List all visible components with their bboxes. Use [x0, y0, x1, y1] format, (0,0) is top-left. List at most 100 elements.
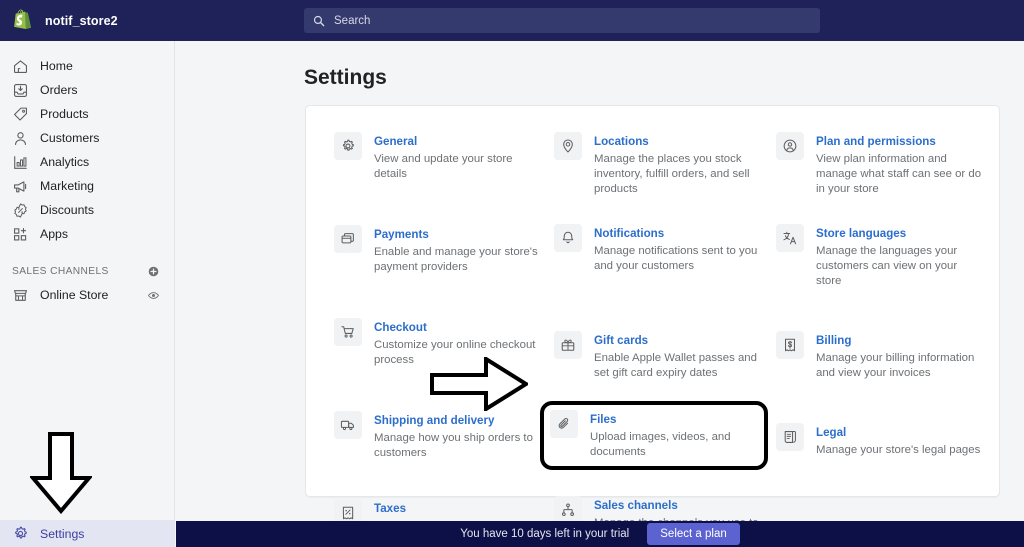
settings-column-1: General View and update your store detai…: [326, 125, 548, 547]
tile-icon-wrap: [334, 318, 362, 346]
tile-icon-wrap: [776, 331, 804, 359]
tile-icon-wrap: [554, 331, 582, 359]
marketing-megaphone-icon: [13, 180, 27, 192]
tile-title[interactable]: Legal: [816, 426, 846, 439]
sidebar-item-products[interactable]: Products: [0, 102, 174, 126]
tile-description: Manage the places you stock inventory, f…: [594, 153, 750, 195]
notification-bell-icon: [562, 231, 574, 244]
gear-icon: [15, 526, 27, 539]
sidebar-item-orders[interactable]: Orders: [0, 78, 174, 102]
tile-icon-wrap: [776, 423, 804, 451]
tile-title[interactable]: Files: [590, 413, 616, 426]
payments-card-icon: [341, 233, 354, 244]
search-placeholder: Search: [334, 14, 371, 27]
paperclip-icon: [558, 417, 569, 429]
plan-person-circle-icon: [783, 139, 797, 153]
tile-title[interactable]: Taxes: [374, 502, 406, 515]
sidebar-item-label: Orders: [40, 83, 78, 97]
settings-tile-billing[interactable]: Billing Manage your billing information …: [768, 324, 990, 387]
tile-title[interactable]: Sales channels: [594, 499, 678, 512]
select-a-plan-button[interactable]: Select a plan: [647, 523, 740, 545]
tile-description: Enable and manage your store's payment p…: [374, 246, 538, 273]
sidebar-item-analytics[interactable]: Analytics: [0, 150, 174, 174]
gift-card-icon: [561, 339, 575, 351]
tile-description: View and update your store details: [374, 153, 513, 180]
tile-text: General View and update your store detai…: [374, 131, 540, 182]
settings-tile-payments[interactable]: Payments Enable and manage your store's …: [326, 218, 548, 281]
eye-icon[interactable]: [147, 289, 160, 302]
tile-title[interactable]: Billing: [816, 334, 851, 347]
tile-description: Manage notifications sent to you and you…: [594, 245, 758, 272]
sidebar-item-label: Customers: [40, 131, 100, 145]
tile-title[interactable]: Plan and permissions: [816, 135, 936, 148]
search-input[interactable]: Search: [304, 8, 820, 33]
plus-circle-icon[interactable]: [147, 265, 160, 278]
customer-person-icon: [15, 131, 26, 145]
settings-tile-store-languages[interactable]: Store languages Manage the languages you…: [768, 217, 990, 295]
sidebar-item-discounts[interactable]: Discounts: [0, 198, 174, 222]
tile-text: Gift cards Enable Apple Wallet passes an…: [594, 330, 760, 381]
discount-badge-icon: [14, 202, 27, 218]
apps-grid-plus-icon: [13, 227, 27, 240]
tile-icon-wrap: [550, 410, 578, 438]
tile-title[interactable]: Notifications: [594, 227, 664, 240]
translate-language-icon: [783, 231, 797, 245]
settings-tile-shipping-and-delivery[interactable]: Shipping and delivery Manage how you shi…: [326, 404, 548, 467]
taxes-receipt-icon: [342, 506, 354, 520]
tile-text: Store languages Manage the languages you…: [816, 223, 982, 289]
sidebar-item-customers[interactable]: Customers: [0, 126, 174, 150]
legal-scroll-icon: [784, 431, 796, 443]
tile-title[interactable]: Locations: [594, 135, 649, 148]
sales-channels-title: SALES CHANNELS: [12, 265, 109, 277]
trial-message: You have 10 days left in your trial: [460, 528, 630, 540]
tile-description: View plan information and manage what st…: [816, 153, 982, 195]
tile-icon-wrap: [776, 224, 804, 252]
tile-description: Manage your billing information and view…: [816, 352, 975, 379]
tile-text: Notifications Manage notifications sent …: [594, 223, 760, 274]
shopify-bag-icon: [14, 9, 32, 29]
tile-text: Plan and permissions View plan informati…: [816, 131, 982, 197]
sidebar-item-apps[interactable]: Apps: [0, 222, 174, 246]
settings-tile-plan-and-permissions[interactable]: Plan and permissions View plan informati…: [768, 125, 990, 203]
tile-text: Legal Manage your store's legal pages: [816, 422, 980, 458]
tile-text: Payments Enable and manage your store's …: [374, 224, 540, 275]
sidebar-item-marketing[interactable]: Marketing: [0, 174, 174, 198]
tile-title[interactable]: Checkout: [374, 321, 427, 334]
sales-channels-section-header: SALES CHANNELS: [0, 260, 174, 282]
tile-description: Upload images, videos, and documents: [590, 431, 731, 458]
settings-tile-locations[interactable]: Locations Manage the places you stock in…: [546, 125, 768, 203]
product-tag-icon: [13, 107, 28, 121]
tile-description: Enable Apple Wallet passes and set gift …: [594, 352, 757, 379]
checkout-cart-icon: [341, 326, 354, 338]
search-icon: [313, 15, 325, 26]
sidebar-item-label: Analytics: [40, 155, 90, 169]
tile-title[interactable]: Store languages: [816, 227, 906, 240]
settings-tile-gift-cards[interactable]: Gift cards Enable Apple Wallet passes an…: [546, 324, 768, 387]
store-name: notif_store2: [45, 13, 118, 28]
tile-title[interactable]: Payments: [374, 228, 429, 241]
settings-tile-general[interactable]: General View and update your store detai…: [326, 125, 548, 188]
settings-tile-notifications[interactable]: Notifications Manage notifications sent …: [546, 217, 768, 280]
gear-icon: [342, 139, 354, 151]
tile-icon-wrap: [334, 411, 362, 439]
tile-text: Billing Manage your billing information …: [816, 330, 982, 381]
settings-tile-files[interactable]: Files Upload images, videos, and documen…: [540, 401, 768, 470]
shopify-admin-window: notif_store2 Search Home Orders Products…: [0, 0, 1024, 547]
tile-title[interactable]: Shipping and delivery: [374, 414, 494, 427]
tile-text: Files Upload images, videos, and documen…: [590, 409, 758, 460]
tile-icon-wrap: [334, 225, 362, 253]
sidebar-item-settings[interactable]: Settings: [0, 520, 175, 547]
sidebar-item-label: Home: [40, 59, 73, 73]
tile-description: Manage the languages your customers can …: [816, 245, 958, 287]
sidebar-item-online-store[interactable]: Online Store: [0, 282, 174, 308]
settings-tile-checkout[interactable]: Checkout Customize your online checkout …: [326, 311, 548, 374]
sidebar-item-home[interactable]: Home: [0, 54, 174, 78]
settings-tile-legal[interactable]: Legal Manage your store's legal pages: [768, 416, 990, 464]
tile-description: Manage how you ship orders to customers: [374, 432, 533, 459]
sidebar-item-label: Online Store: [40, 288, 109, 302]
tile-title[interactable]: General: [374, 135, 417, 148]
tile-text: Locations Manage the places you stock in…: [594, 131, 760, 197]
tile-title[interactable]: Gift cards: [594, 334, 648, 347]
brand-area[interactable]: notif_store2: [0, 9, 175, 32]
tile-text: Shipping and delivery Manage how you shi…: [374, 410, 540, 461]
